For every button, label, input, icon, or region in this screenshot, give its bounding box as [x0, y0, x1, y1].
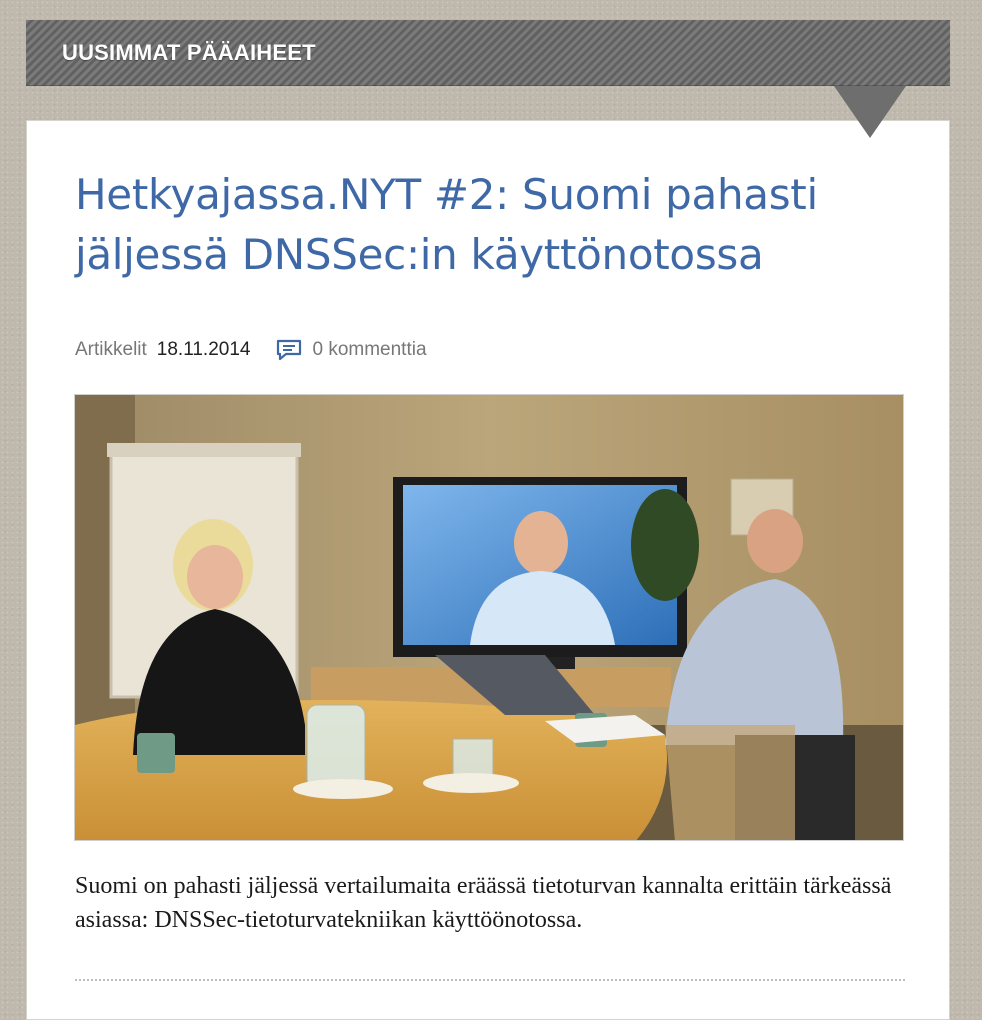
article-meta: Artikkelit 18.11.2014 0 kommenttia	[75, 337, 427, 363]
post-date: 18.11.2014	[156, 339, 251, 360]
article-title-link[interactable]: Hetkyajassa.NYT #2: Suomi pahasti jäljes…	[75, 165, 895, 285]
article-divider	[75, 979, 905, 981]
section-header: UUSIMMAT PÄÄAIHEET	[26, 20, 950, 86]
article-excerpt: Suomi on pahasti jäljessä vertailumaita …	[75, 873, 892, 933]
category-link[interactable]: Artikkelit	[75, 339, 147, 361]
comment-bubble-icon	[277, 339, 302, 361]
article-featured-image[interactable]	[74, 394, 904, 841]
section-title: UUSIMMAT PÄÄAIHEET	[62, 40, 316, 65]
comment-count: 0 kommenttia	[312, 339, 427, 360]
article-card: Hetkyajassa.NYT #2: Suomi pahasti jäljes…	[26, 120, 950, 1020]
meeting-photo-illustration	[75, 395, 903, 840]
header-pointer-arrow	[834, 86, 906, 138]
comments-link[interactable]: 0 kommenttia	[276, 339, 427, 361]
